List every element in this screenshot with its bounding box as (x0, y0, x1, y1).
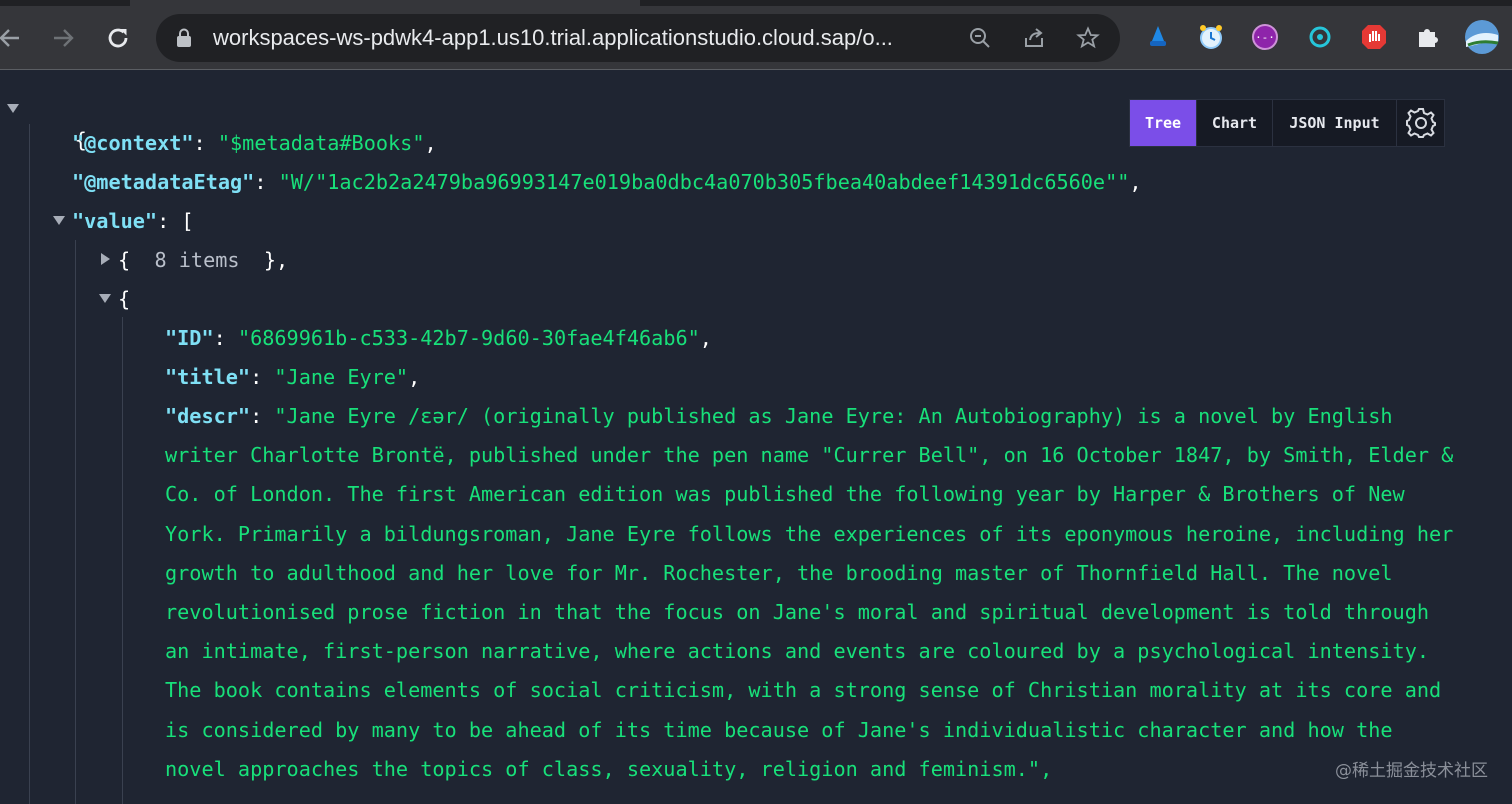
expand-toggle-item-0[interactable] (101, 253, 110, 265)
address-bar[interactable]: workspaces-ws-pdwk4-app1.us10.trial.appl… (156, 14, 1120, 62)
view-mode-toolbar: Tree Chart JSON Input (1129, 99, 1445, 147)
arrow-right-icon (54, 29, 74, 47)
tab-chart[interactable]: Chart (1197, 100, 1273, 146)
tab-strip-edge (640, 0, 1512, 6)
reload-button[interactable] (100, 20, 136, 56)
descr-key[interactable]: "descr" (165, 404, 250, 428)
url-text[interactable]: workspaces-ws-pdwk4-app1.us10.trial.appl… (213, 25, 953, 51)
collapsed-item[interactable]: { 8 items }, (118, 245, 288, 275)
tab-strip-edge (0, 0, 130, 6)
profile-avatar[interactable] (1464, 19, 1500, 55)
indent-guide (75, 240, 76, 804)
id-row: "ID": "6869961b-c533-42b7-9d60-30fae4f46… (165, 326, 712, 350)
etag-key[interactable]: "@metadataEtag" (72, 170, 254, 194)
json-viewer: { "@context": "$metadata#Books", "@metad… (0, 71, 1512, 804)
red-hand-extension-icon[interactable] (1359, 22, 1389, 52)
title-row: "title": "Jane Eyre", (165, 365, 421, 389)
svg-text:·-·: ·-· (1255, 31, 1275, 44)
tab-tree[interactable]: Tree (1130, 100, 1197, 146)
share-icon[interactable] (1022, 26, 1046, 50)
collapse-toggle-root[interactable] (7, 104, 19, 113)
forward-button[interactable] (45, 20, 81, 56)
context-value[interactable]: "$metadata#Books" (218, 131, 425, 155)
descr-value-line[interactable]: an intimate, first-person narrative, whe… (165, 632, 1512, 671)
reload-icon (108, 28, 128, 48)
alarm-clock-extension-icon[interactable] (1196, 22, 1226, 52)
collapse-toggle-item-1[interactable] (99, 294, 111, 303)
arrow-left-icon (0, 29, 19, 47)
lock-icon[interactable] (176, 28, 192, 48)
teal-circle-extension-icon[interactable] (1305, 22, 1335, 52)
value-row: "value": [ (72, 209, 194, 233)
value-key[interactable]: "value" (72, 209, 157, 233)
item-count: 8 items (154, 248, 240, 272)
descr-value-line[interactable]: The book contains elements of social cri… (165, 671, 1512, 710)
descr-value-line[interactable]: Co. of London. The first American editio… (165, 475, 1512, 514)
descr-value-line[interactable]: novel approaches the topics of class, se… (165, 750, 1512, 789)
gear-icon (1405, 108, 1436, 138)
descr-value-line[interactable]: growth to adulthood and her love for Mr.… (165, 554, 1512, 593)
descr-value-line[interactable]: revolutionised prose fiction in that the… (165, 593, 1512, 632)
star-icon[interactable] (1076, 26, 1100, 50)
title-key[interactable]: "title" (165, 365, 250, 389)
indent-guide (29, 124, 30, 804)
context-row: "@context": "$metadata#Books", (72, 131, 437, 155)
descr-row: "descr": "Jane Eyre /ɛər/ (originally pu… (165, 397, 1512, 789)
item-open-brace: { (118, 287, 131, 311)
tab-json-input[interactable]: JSON Input (1273, 100, 1397, 146)
watermark: @稀土掘金技术社区 (1335, 761, 1488, 781)
collapse-toggle-value[interactable] (53, 216, 65, 225)
settings-button[interactable] (1397, 100, 1444, 146)
wizard-extension-icon[interactable] (1143, 22, 1173, 52)
descr-value-line[interactable]: "Jane Eyre /ɛər/ (originally published a… (274, 404, 1392, 428)
zoom-icon[interactable] (968, 26, 992, 50)
browser-toolbar: workspaces-ws-pdwk4-app1.us10.trial.appl… (0, 0, 1512, 70)
id-key[interactable]: "ID" (165, 326, 214, 350)
descr-value-line[interactable]: is considered by many to be ahead of its… (165, 711, 1512, 750)
etag-value[interactable]: "W/"1ac2b2a2479ba96993147e019ba0dbc4a070… (279, 170, 1130, 194)
descr-value-line[interactable]: York. Primarily a bildungsroman, Jane Ey… (165, 515, 1512, 554)
descr-value-line[interactable]: writer Charlotte Brontë, published under… (165, 436, 1512, 475)
title-value[interactable]: "Jane Eyre" (274, 365, 408, 389)
purple-code-extension-icon[interactable]: ·-· (1250, 22, 1280, 52)
id-value[interactable]: "6869961b-c533-42b7-9d60-30fae4f46ab6" (238, 326, 700, 350)
back-button[interactable] (0, 20, 28, 56)
indent-guide (122, 317, 123, 804)
etag-row: "@metadataEtag": "W/"1ac2b2a2479ba969931… (72, 170, 1142, 194)
puzzle-extensions-icon[interactable] (1413, 22, 1443, 52)
context-key[interactable]: "@context" (72, 131, 194, 155)
